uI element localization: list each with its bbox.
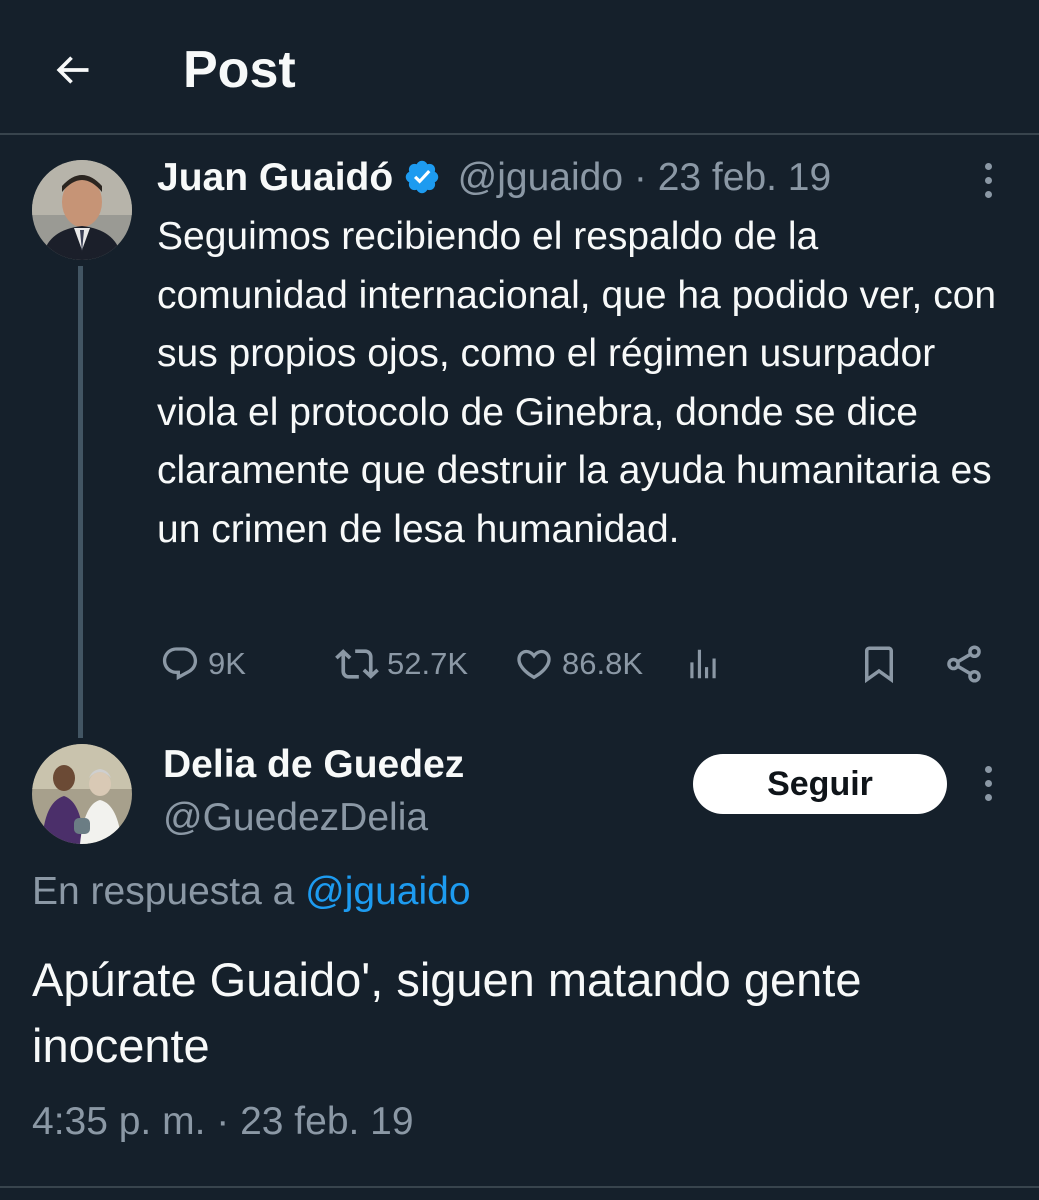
reply-author-name[interactable]: Delia de Guedez — [163, 739, 464, 791]
top-bar: Post — [0, 0, 1039, 134]
in-reply-prefix: En respuesta a — [32, 870, 306, 913]
like-action-button[interactable]: 86.8K — [514, 640, 643, 688]
tweet-header: Juan Guaidó @jguaido · 23 feb. 19 — [157, 152, 831, 204]
more-icon — [984, 162, 992, 170]
reply-count: 9K — [208, 646, 246, 681]
views-icon — [690, 649, 716, 679]
tweet-text: Seguimos recibiendo el respaldo de la co… — [157, 215, 997, 551]
avatar-delia-de-guedez[interactable] — [32, 744, 132, 844]
reply-text: Apúrate Guaido', siguen matando gente in… — [32, 953, 862, 1072]
views-action-button[interactable] — [684, 640, 722, 688]
more-icon-dot — [984, 190, 992, 198]
follow-button[interactable]: Seguir — [693, 754, 947, 814]
verified-badge-icon — [405, 160, 439, 194]
avatar-photo — [32, 160, 132, 260]
heart-icon — [517, 649, 551, 680]
author-handle[interactable]: @jguaido — [458, 156, 623, 199]
reply-mention-link[interactable]: @jguaido — [305, 870, 470, 913]
arrow-left-icon — [56, 56, 89, 84]
more-icon — [984, 765, 992, 773]
reply-action-button[interactable]: 9K — [160, 640, 246, 688]
separator: · — [623, 156, 658, 199]
author-name[interactable]: Juan Guaidó — [157, 156, 393, 199]
reply-author-handle[interactable]: @GuedezDelia — [163, 792, 428, 844]
retweet-icon — [335, 649, 379, 679]
more-icon-dot — [984, 176, 992, 184]
avatar-juan-guaido[interactable] — [32, 160, 132, 260]
back-button[interactable] — [40, 38, 104, 102]
more-icon-dot — [984, 793, 992, 801]
retweet-action-button[interactable]: 52.7K — [335, 640, 468, 688]
retweet-count: 52.7K — [387, 646, 469, 681]
tweet-date[interactable]: 23 feb. 19 — [658, 156, 831, 199]
share-button[interactable] — [943, 640, 985, 688]
share-icon — [947, 645, 981, 683]
more-icon-dot — [984, 779, 992, 787]
reply-icon — [162, 647, 198, 681]
avatar-photo — [32, 744, 132, 844]
bookmark-icon — [865, 646, 893, 684]
like-count: 86.8K — [562, 646, 644, 681]
reply-timestamp[interactable]: 4:35 p. m. · 23 feb. 19 — [32, 1100, 414, 1144]
in-reply-to-line: En respuesta a @jguaido — [32, 870, 471, 914]
header-divider — [0, 133, 1039, 135]
bookmark-button[interactable] — [858, 640, 900, 688]
bottom-divider — [0, 1186, 1039, 1188]
thread-connector-line — [78, 266, 83, 738]
more-options-button[interactable] — [968, 155, 1008, 205]
page-title: Post — [183, 41, 296, 99]
reply-more-options-button[interactable] — [968, 758, 1008, 808]
